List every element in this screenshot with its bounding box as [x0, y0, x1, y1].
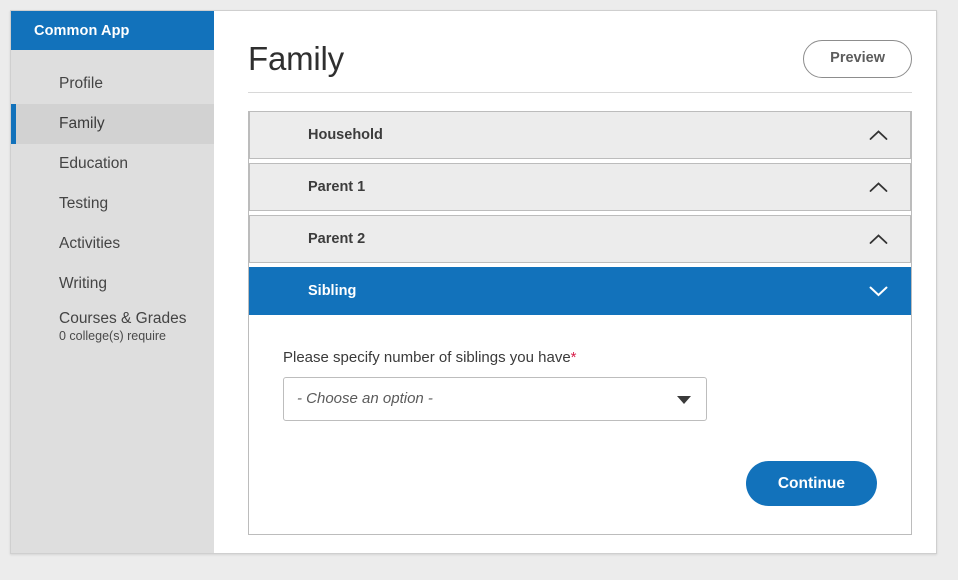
sidebar-item-label: Profile	[59, 75, 214, 93]
page-header: Family Preview	[248, 11, 912, 93]
sidebar-item-label: Family	[59, 115, 214, 133]
chevron-up-icon[interactable]	[869, 233, 888, 245]
sidebar-item-courses-and-grades[interactable]: Courses & Grades 0 college(s) require	[11, 304, 214, 350]
sibling-count-select-wrapper: - Choose an option -	[283, 377, 707, 421]
sidebar-item-education[interactable]: Education	[11, 144, 214, 184]
sidebar-item-activities[interactable]: Activities	[11, 224, 214, 264]
sidebar-item-label: Activities	[59, 235, 214, 253]
active-accent-bar	[11, 104, 16, 144]
sidebar-item-label: Courses & Grades	[59, 310, 214, 328]
accordion-header-sibling[interactable]: Sibling	[249, 267, 911, 315]
sidebar-item-label: Testing	[59, 195, 214, 213]
sidebar-nav: Profile Family Education Testing Activit…	[11, 50, 214, 350]
sibling-count-select[interactable]: - Choose an option -	[283, 377, 707, 421]
accordion-header-parent-1[interactable]: Parent 1	[249, 163, 911, 211]
sidebar-item-testing[interactable]: Testing	[11, 184, 214, 224]
accordion-title: Sibling	[308, 283, 356, 299]
application-window: Common App Profile Family Education Test…	[10, 10, 937, 554]
sidebar-item-label: Writing	[59, 275, 214, 293]
sidebar: Common App Profile Family Education Test…	[11, 11, 214, 553]
accordion-header-parent-2[interactable]: Parent 2	[249, 215, 911, 263]
sidebar-item-family[interactable]: Family	[11, 104, 214, 144]
accordion-title: Parent 1	[308, 179, 365, 195]
sidebar-brand: Common App	[11, 11, 214, 50]
preview-button[interactable]: Preview	[803, 40, 912, 78]
sidebar-brand-label: Common App	[34, 23, 130, 39]
sidebar-item-writing[interactable]: Writing	[11, 264, 214, 304]
sidebar-item-profile[interactable]: Profile	[11, 64, 214, 104]
accordion-header-household[interactable]: Household	[249, 111, 911, 159]
chevron-up-icon[interactable]	[869, 181, 888, 193]
page-title: Family	[248, 42, 344, 75]
sibling-count-label: Please specify number of siblings you ha…	[283, 349, 877, 367]
sidebar-item-sublabel: 0 college(s) require	[59, 329, 214, 345]
sidebar-item-label: Education	[59, 155, 214, 173]
accordion-title: Parent 2	[308, 231, 365, 247]
form-actions: Continue	[283, 461, 877, 506]
accordion-title: Household	[308, 127, 383, 143]
continue-button[interactable]: Continue	[746, 461, 877, 506]
chevron-up-icon[interactable]	[869, 129, 888, 141]
required-marker-icon: *	[571, 349, 577, 366]
sibling-count-label-text: Please specify number of siblings you ha…	[283, 349, 571, 366]
sibling-section-body: Please specify number of siblings you ha…	[249, 315, 911, 534]
main-content: Family Preview Household Parent 1	[214, 11, 936, 553]
family-accordion-panel: Household Parent 1 Parent 2	[248, 111, 912, 535]
chevron-down-icon[interactable]	[869, 285, 888, 297]
